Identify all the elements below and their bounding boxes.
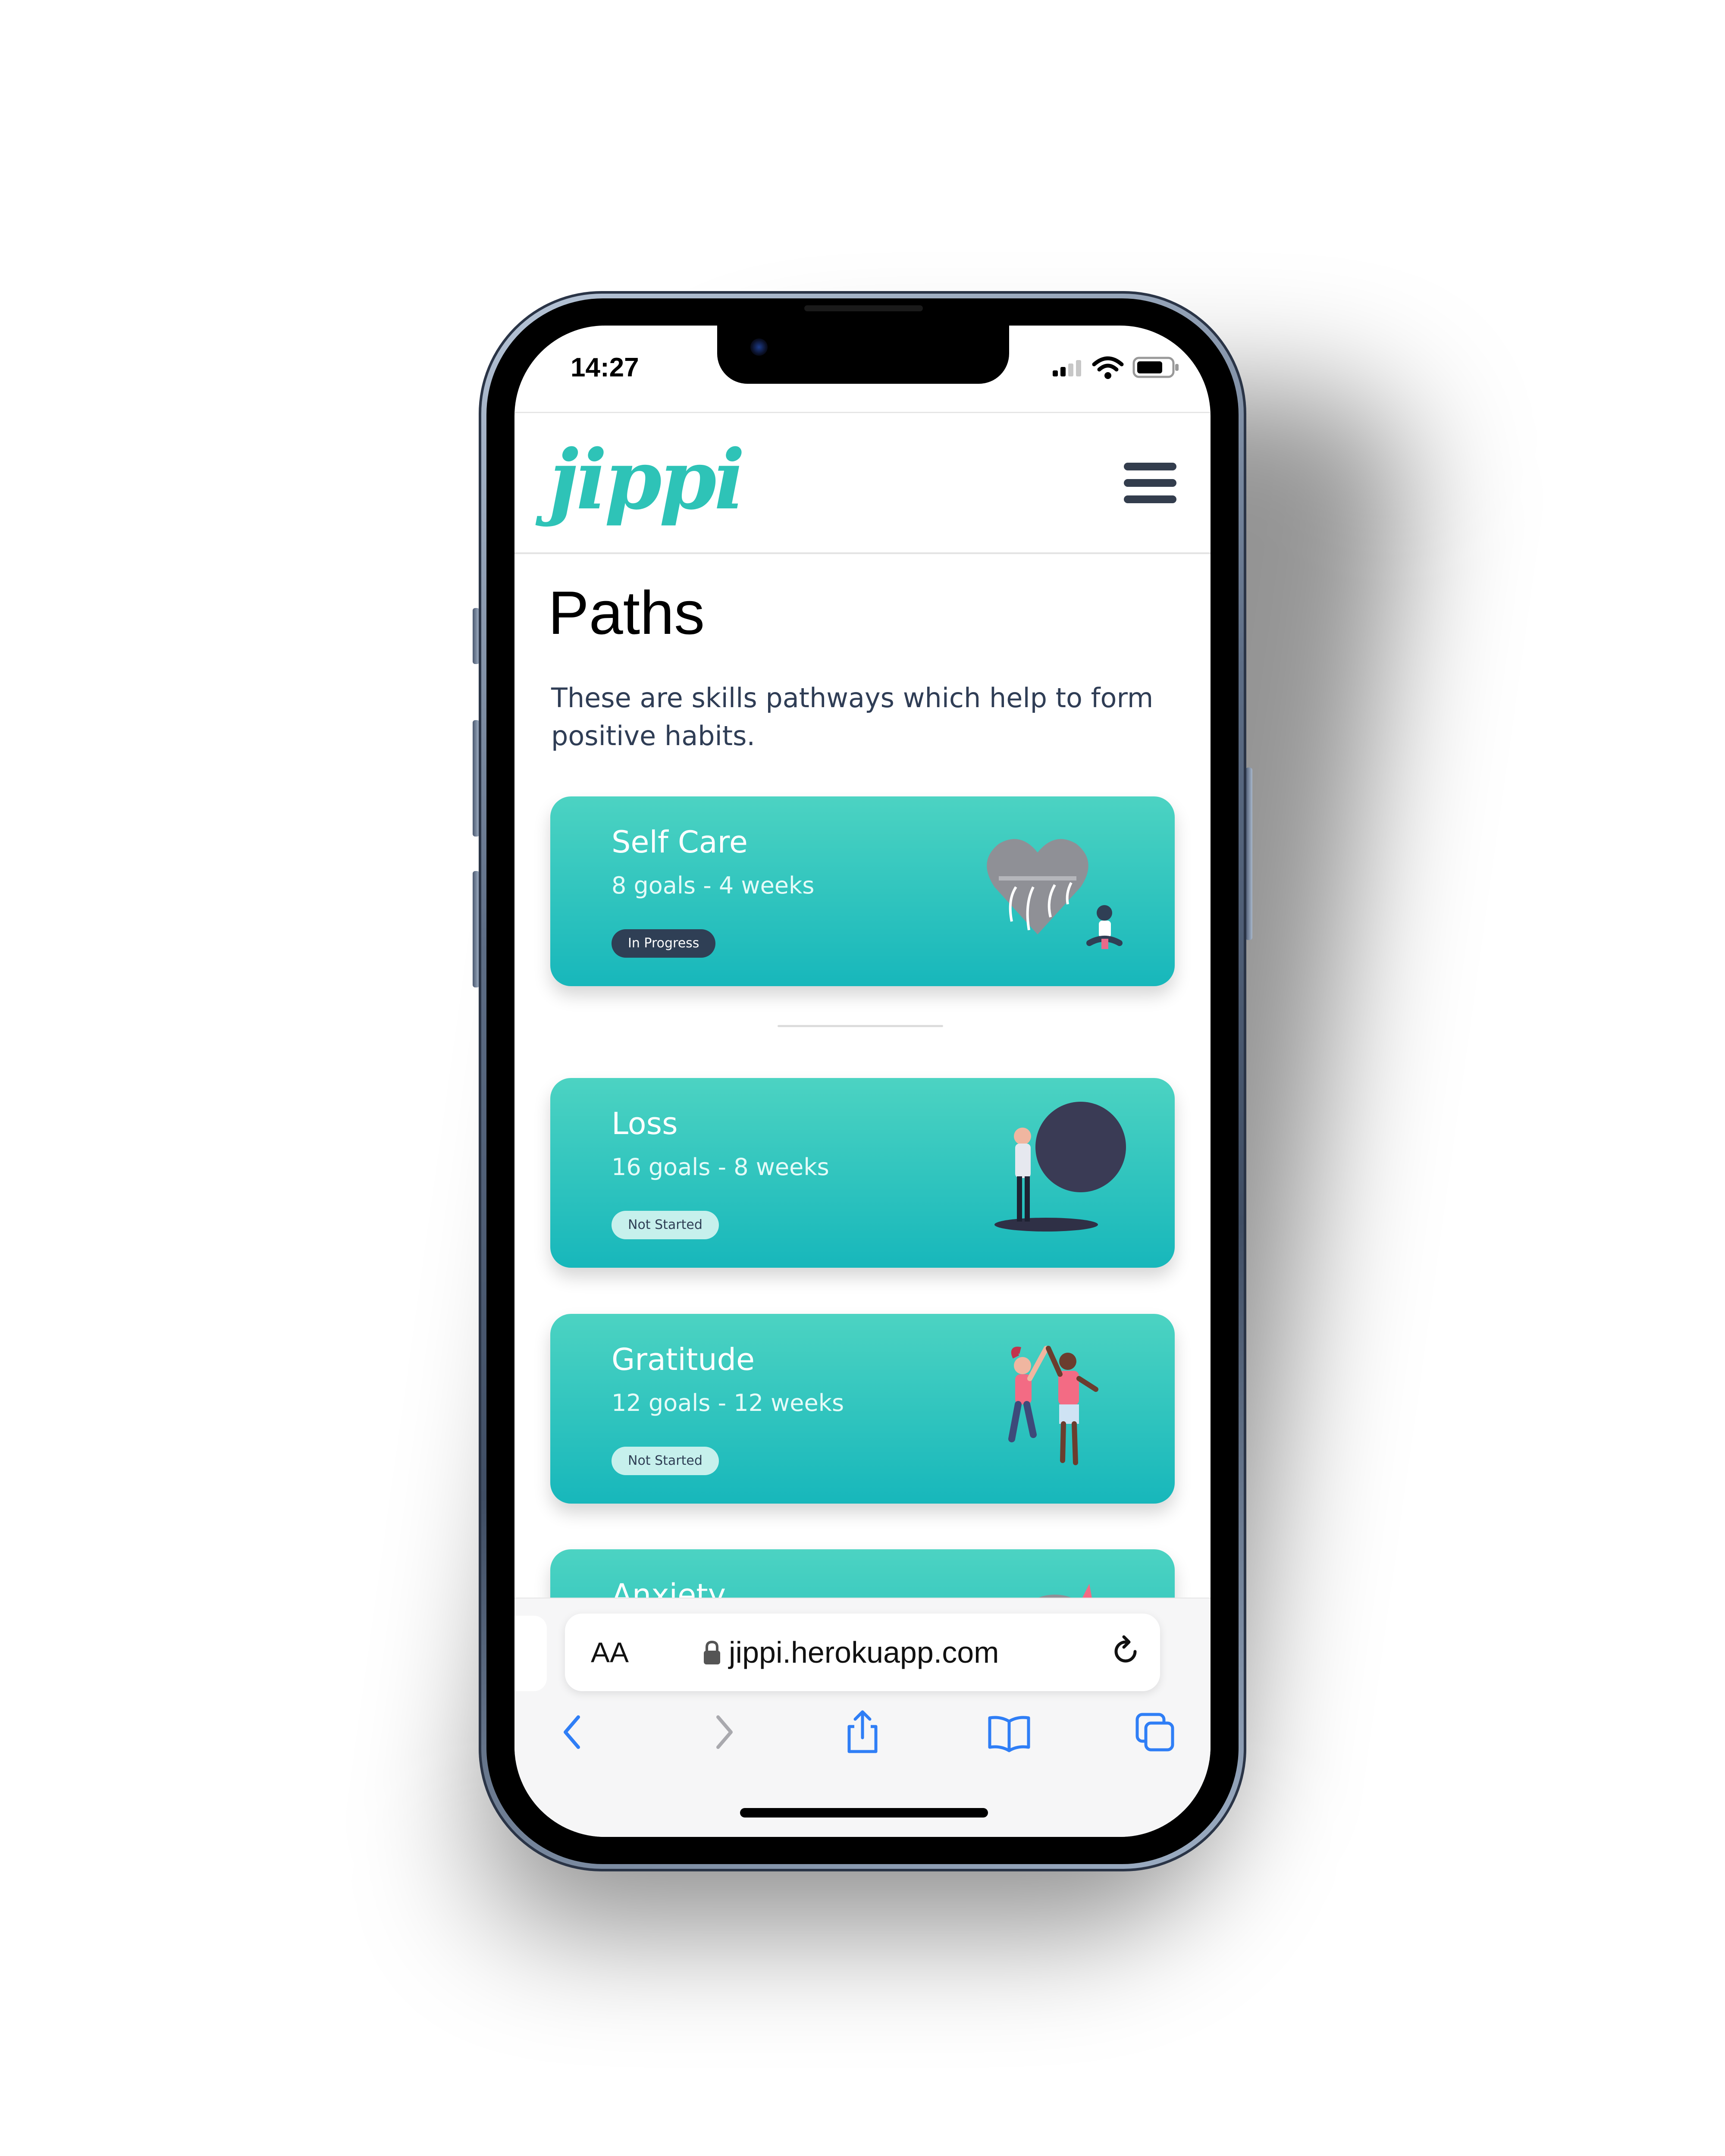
- lock-icon: [704, 1640, 720, 1664]
- card-meta: 8 goals - 4 weeks: [612, 872, 815, 899]
- status-badge: Not Started: [612, 1447, 719, 1475]
- address-bar[interactable]: AA jippi.herokuapp.com: [565, 1614, 1160, 1691]
- section-divider: [778, 1025, 943, 1027]
- card-title: Gratitude: [612, 1342, 755, 1377]
- share-icon[interactable]: [839, 1708, 886, 1756]
- path-card-gratitude[interactable]: Gratitude 12 goals - 12 weeks Not Starte…: [550, 1314, 1175, 1504]
- status-badge: Not Started: [612, 1211, 719, 1239]
- tabs-icon[interactable]: [1131, 1708, 1179, 1756]
- back-icon[interactable]: [549, 1708, 596, 1756]
- status-time: 14:27: [571, 353, 639, 382]
- card-title: Self Care: [612, 824, 748, 860]
- power-button: [1245, 768, 1252, 940]
- path-card-self-care[interactable]: Self Care 8 goals - 4 weeks In Progress: [550, 796, 1175, 986]
- status-badge: In Progress: [612, 929, 716, 958]
- jippi-logo[interactable]: jippi: [549, 439, 745, 521]
- boulder-person-illustration: [994, 1102, 1126, 1232]
- card-meta: 12 goals - 12 weeks: [612, 1389, 844, 1416]
- hamburger-menu-icon[interactable]: [1124, 463, 1176, 504]
- card-meta: 16 goals - 8 weeks: [612, 1153, 829, 1181]
- page-title: Paths: [548, 579, 705, 647]
- stage: 14:27 jippi Paths These are skills pathw…: [0, 0, 1725, 2156]
- front-camera: [750, 338, 768, 356]
- app-header: jippi: [514, 412, 1211, 554]
- path-card-loss[interactable]: Loss 16 goals - 8 weeks Not Started: [550, 1078, 1175, 1268]
- home-indicator[interactable]: [740, 1808, 988, 1818]
- page-description: These are skills pathways which help to …: [551, 682, 1154, 752]
- card-title: Loss: [612, 1106, 678, 1141]
- reload-icon[interactable]: [1108, 1634, 1143, 1669]
- high-five-illustration: [1008, 1346, 1098, 1465]
- forward-icon[interactable]: [700, 1708, 747, 1756]
- browser-toolbar: AA jippi.herokuapp.com: [514, 1598, 1211, 1837]
- url-text[interactable]: jippi.herokuapp.com: [729, 1635, 999, 1670]
- previous-tab-peek[interactable]: [514, 1616, 547, 1691]
- phone-screen: 14:27 jippi Paths These are skills pathw…: [514, 326, 1211, 1837]
- text-size-button[interactable]: AA: [591, 1636, 629, 1669]
- status-icons: [1053, 352, 1182, 382]
- bookmarks-icon[interactable]: [985, 1708, 1033, 1756]
- earpiece-speaker: [804, 305, 923, 311]
- heart-meditation-illustration: [987, 839, 1123, 949]
- wifi-icon: [1092, 356, 1124, 379]
- battery-icon: [1132, 357, 1179, 378]
